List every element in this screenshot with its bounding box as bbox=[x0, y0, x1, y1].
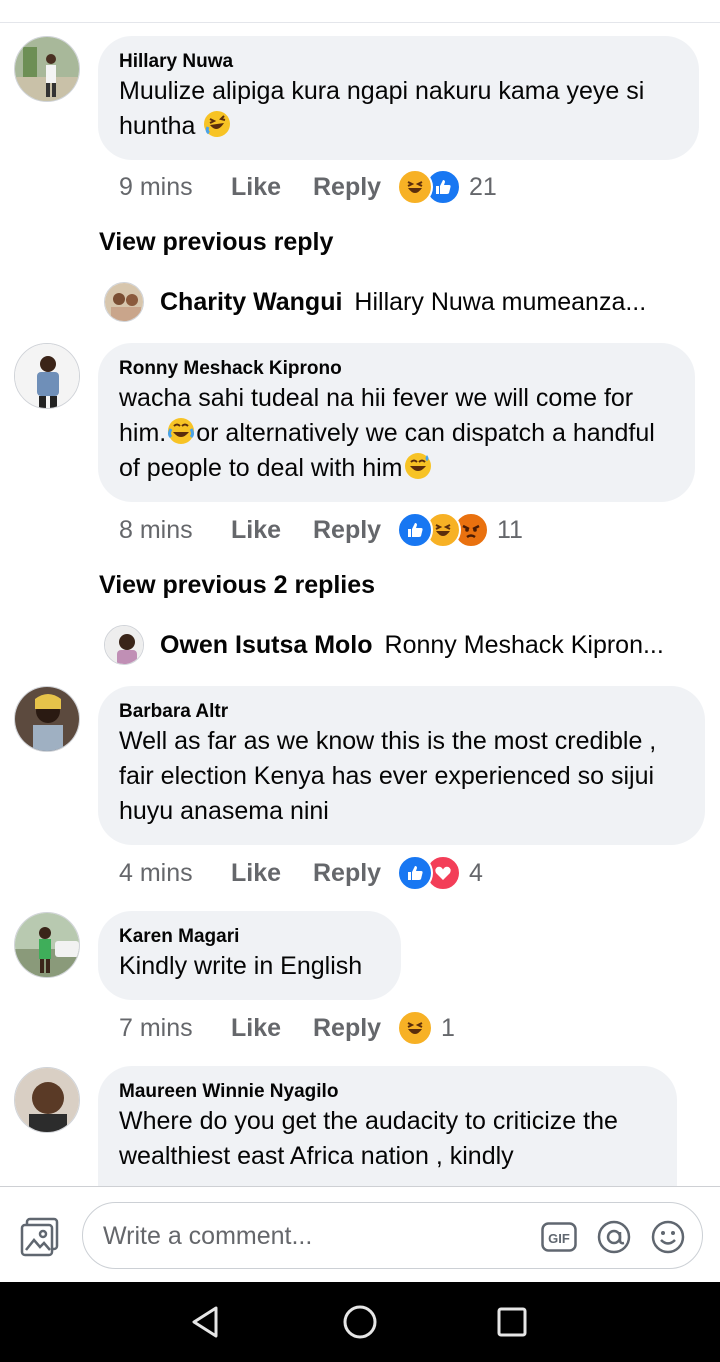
view-previous-replies-link[interactable]: View previous reply bbox=[99, 228, 333, 257]
reaction-count: 1 bbox=[441, 1013, 455, 1042]
like-reaction-icon bbox=[397, 855, 433, 891]
reply-button[interactable]: Reply bbox=[313, 516, 397, 545]
gif-label: GIF bbox=[548, 1231, 570, 1246]
gif-icon[interactable]: GIF bbox=[541, 1219, 577, 1255]
reply-preview[interactable]: Charity Wangui Hillary Nuwa mumeanza... bbox=[104, 281, 646, 323]
comment-input-container[interactable]: GIF bbox=[82, 1202, 703, 1269]
reply-author[interactable]: Charity Wangui bbox=[160, 288, 342, 317]
grinning-sweat-emoji-icon bbox=[404, 453, 431, 479]
reply-snippet: Hillary Nuwa mumeanza... bbox=[354, 287, 647, 316]
comment-author[interactable]: Maureen Winnie Nyagilo bbox=[119, 1080, 655, 1104]
top-divider bbox=[0, 0, 720, 23]
reply-button[interactable]: Reply bbox=[313, 1014, 397, 1043]
avatar[interactable] bbox=[14, 1067, 80, 1133]
photo-icon[interactable] bbox=[19, 1217, 61, 1257]
reply-avatar[interactable] bbox=[104, 282, 144, 322]
comment-time[interactable]: 7 mins bbox=[119, 1014, 231, 1043]
comment-author[interactable]: Ronny Meshack Kiprono bbox=[119, 357, 673, 381]
comment-text: Kindly write in English bbox=[119, 952, 363, 980]
system-navigation-bar bbox=[0, 1282, 720, 1362]
comment-time[interactable]: 8 mins bbox=[119, 516, 231, 545]
comment-bubble[interactable]: Hillary Nuwa Muulize alipiga kura ngapi … bbox=[98, 36, 699, 160]
comment-time[interactable]: 9 mins bbox=[119, 173, 231, 202]
avatar[interactable] bbox=[14, 36, 80, 102]
rolling-laughing-emoji-icon bbox=[204, 111, 231, 137]
home-icon[interactable] bbox=[340, 1302, 380, 1342]
reply-avatar[interactable] bbox=[104, 625, 144, 665]
avatar[interactable] bbox=[14, 912, 80, 978]
reply-snippet: Ronny Meshack Kipron... bbox=[384, 630, 664, 659]
reaction-count: 11 bbox=[497, 515, 523, 544]
reply-button[interactable]: Reply bbox=[313, 859, 397, 888]
like-button[interactable]: Like bbox=[231, 859, 313, 888]
comment-bubble[interactable]: Karen Magari Kindly write in English bbox=[98, 911, 401, 1000]
comment-actions: 9 mins Like Reply 21 bbox=[119, 167, 497, 207]
reactions-summary[interactable]: 11 bbox=[397, 512, 523, 548]
comment-actions: 8 mins Like Reply 11 bbox=[119, 510, 523, 550]
haha-reaction-icon bbox=[397, 1010, 433, 1046]
like-reaction-icon bbox=[397, 512, 433, 548]
comment-author[interactable]: Karen Magari bbox=[119, 925, 379, 949]
comment-text: Well as far as we know this is the most … bbox=[119, 727, 657, 825]
comment-text: wacha sahi tudeal na hii fever we will c… bbox=[119, 384, 655, 482]
comment-text: Muulize alipiga kura ngapi nakuru kama y… bbox=[119, 77, 645, 140]
mention-icon[interactable] bbox=[596, 1219, 632, 1255]
comment-actions: 7 mins Like Reply 1 bbox=[119, 1008, 455, 1048]
reaction-count: 4 bbox=[469, 858, 483, 887]
comment-composer: GIF bbox=[0, 1186, 720, 1283]
comment-actions: 4 mins Like Reply 4 bbox=[119, 853, 483, 893]
reactions-summary[interactable]: 21 bbox=[397, 169, 497, 205]
comment-time[interactable]: 4 mins bbox=[119, 859, 231, 888]
back-icon[interactable] bbox=[186, 1302, 226, 1342]
comment-bubble[interactable]: Ronny Meshack Kiprono wacha sahi tudeal … bbox=[98, 343, 695, 502]
comment-input[interactable] bbox=[101, 1217, 525, 1255]
reactions-summary[interactable]: 1 bbox=[397, 1010, 455, 1046]
like-button[interactable]: Like bbox=[231, 173, 313, 202]
recents-icon[interactable] bbox=[492, 1302, 532, 1342]
reaction-count: 21 bbox=[469, 172, 497, 201]
comment-bubble[interactable]: Barbara Altr Well as far as we know this… bbox=[98, 686, 705, 845]
like-button[interactable]: Like bbox=[231, 1014, 313, 1043]
comment-bubble[interactable]: Maureen Winnie Nyagilo Where do you get … bbox=[98, 1066, 677, 1186]
emoji-icon[interactable] bbox=[650, 1219, 686, 1255]
comment-author[interactable]: Hillary Nuwa bbox=[119, 50, 677, 74]
view-previous-replies-link[interactable]: View previous 2 replies bbox=[99, 571, 375, 600]
like-button[interactable]: Like bbox=[231, 516, 313, 545]
reply-button[interactable]: Reply bbox=[313, 173, 397, 202]
reply-author[interactable]: Owen Isutsa Molo bbox=[160, 631, 373, 660]
comment-author[interactable]: Barbara Altr bbox=[119, 700, 683, 724]
comments-feed[interactable]: Hillary Nuwa Muulize alipiga kura ngapi … bbox=[0, 22, 720, 1186]
haha-reaction-icon bbox=[397, 169, 433, 205]
reply-preview[interactable]: Owen Isutsa Molo Ronny Meshack Kipron... bbox=[104, 624, 664, 666]
tears-of-joy-emoji-icon bbox=[168, 418, 195, 444]
comment-text: Where do you get the audacity to critici… bbox=[119, 1107, 618, 1170]
avatar[interactable] bbox=[14, 343, 80, 409]
avatar[interactable] bbox=[14, 686, 80, 752]
reactions-summary[interactable]: 4 bbox=[397, 855, 483, 891]
